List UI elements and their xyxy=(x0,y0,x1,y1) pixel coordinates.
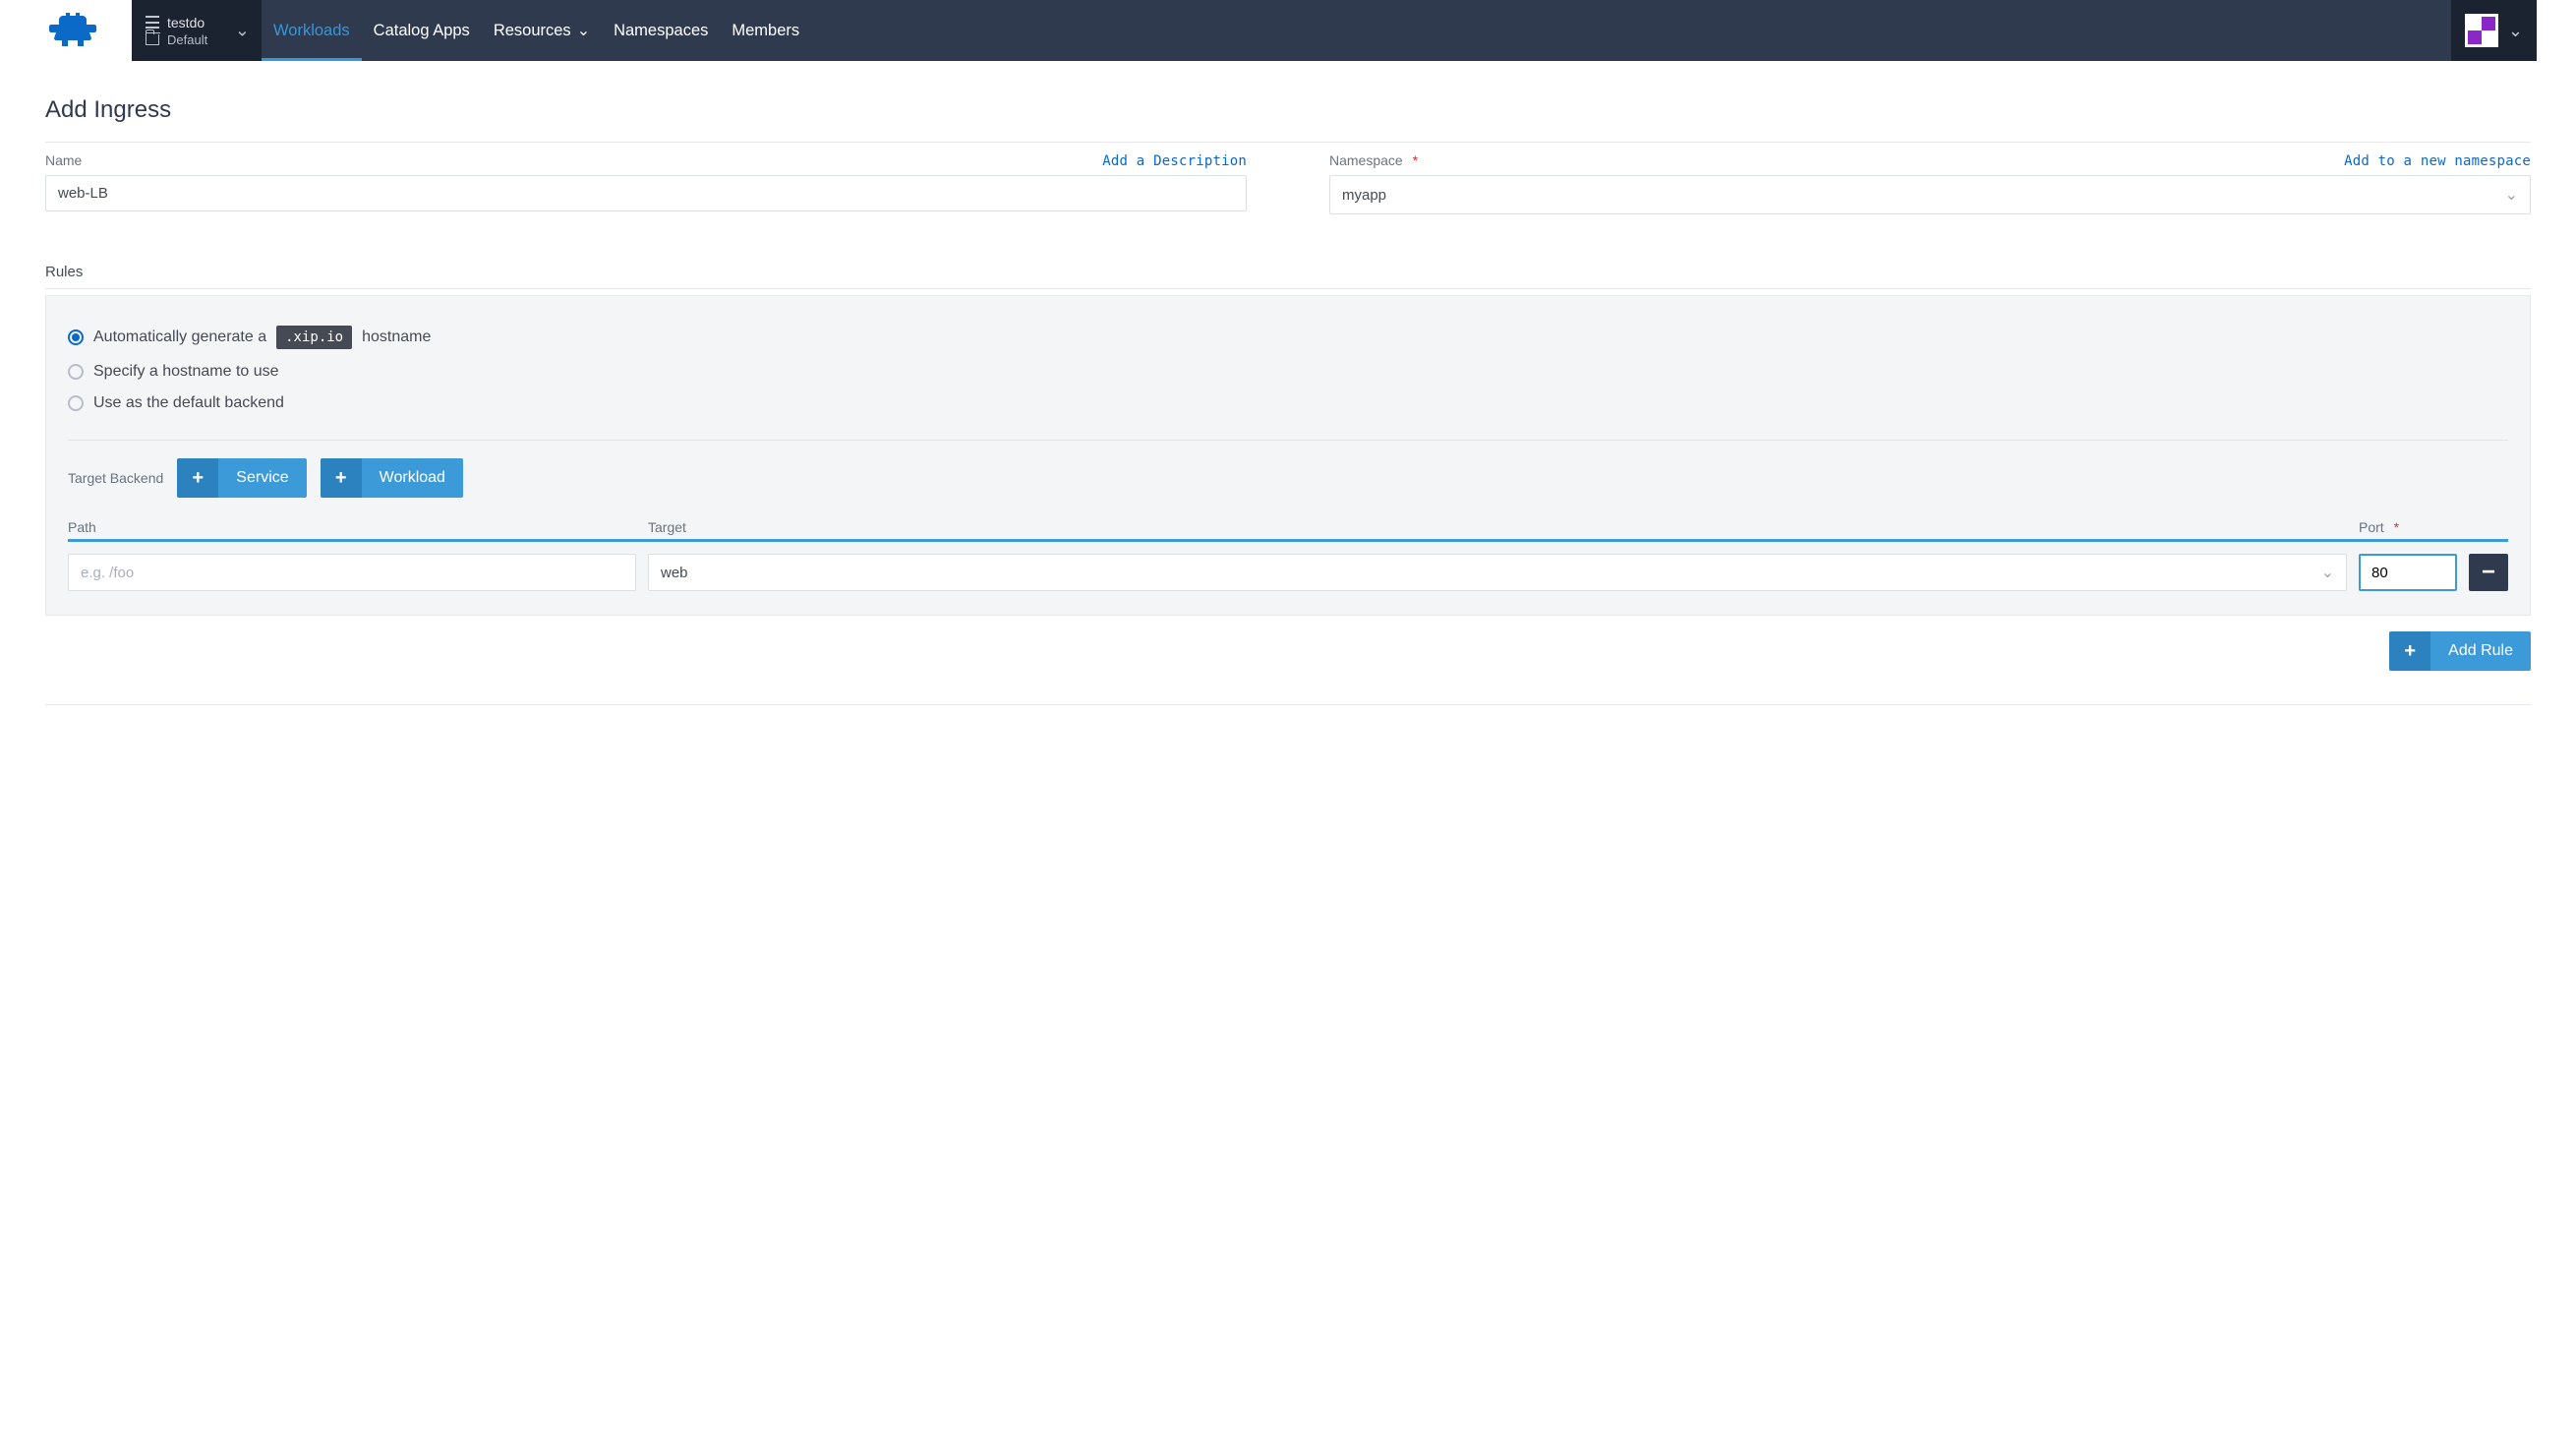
add-namespace-link[interactable]: Add to a new namespace xyxy=(2344,153,2531,169)
nav-item-label: Workloads xyxy=(273,22,350,40)
rules-section-label: Rules xyxy=(45,264,2531,280)
remove-row-button[interactable]: − xyxy=(2469,554,2508,591)
nav-item-label: Catalog Apps xyxy=(374,22,470,40)
namespace-value: myapp xyxy=(1342,187,1386,204)
cluster-project-selector[interactable]: testdo Default ⌄ xyxy=(132,0,262,61)
minus-icon: − xyxy=(2482,559,2495,586)
radio-icon xyxy=(68,395,84,411)
add-service-button[interactable]: + Service xyxy=(177,458,306,498)
avatar xyxy=(2465,14,2498,47)
chevron-down-icon: ⌄ xyxy=(2321,563,2334,582)
required-asterisk: * xyxy=(2394,519,2399,535)
namespace-label: Namespace xyxy=(1329,152,1403,168)
radio-icon xyxy=(68,329,84,345)
radio-auto-suffix: hostname xyxy=(362,329,431,346)
col-path-label: Path xyxy=(68,519,96,535)
namespace-select[interactable]: myapp ⌄ xyxy=(1329,175,2531,214)
col-port-label: Port xyxy=(2359,519,2384,535)
radio-specify-hostname[interactable]: Specify a hostname to use xyxy=(68,363,2508,381)
target-value: web xyxy=(661,565,688,581)
chevron-down-icon: ⌄ xyxy=(2505,185,2518,205)
user-menu[interactable]: ⌄ xyxy=(2451,0,2537,61)
nav-item-label: Members xyxy=(732,22,799,40)
radio-auto-prefix: Automatically generate a xyxy=(93,329,266,346)
add-workload-button[interactable]: + Workload xyxy=(321,458,463,498)
target-backend-label: Target Backend xyxy=(68,470,163,486)
page-title: Add Ingress xyxy=(45,96,2531,124)
cluster-icon xyxy=(146,16,159,29)
service-button-label: Service xyxy=(218,458,306,498)
rule-box: Automatically generate a .xip.io hostnam… xyxy=(45,295,2531,616)
project-icon xyxy=(146,34,159,45)
radio-specify-label: Specify a hostname to use xyxy=(93,363,279,381)
radio-icon xyxy=(68,364,84,380)
xip-code-badge: .xip.io xyxy=(276,326,352,349)
name-input[interactable] xyxy=(45,175,1247,211)
radio-auto-xip[interactable]: Automatically generate a .xip.io hostnam… xyxy=(68,326,2508,349)
required-asterisk: * xyxy=(1413,152,1418,168)
rancher-bull-icon xyxy=(45,11,102,50)
chevron-down-icon: ⌄ xyxy=(235,21,250,41)
add-description-link[interactable]: Add a Description xyxy=(1102,153,1247,169)
chevron-down-icon: ⌄ xyxy=(577,21,590,40)
port-input[interactable] xyxy=(2359,554,2457,591)
col-target-label: Target xyxy=(648,519,686,535)
chevron-down-icon: ⌄ xyxy=(2508,21,2523,41)
backend-row: web ⌄ − xyxy=(68,554,2508,591)
nav-item-catalog-apps[interactable]: Catalog Apps xyxy=(362,0,482,61)
radio-default-backend[interactable]: Use as the default backend xyxy=(68,394,2508,412)
plus-icon: + xyxy=(2389,631,2430,671)
workload-button-label: Workload xyxy=(362,458,463,498)
nav-item-members[interactable]: Members xyxy=(720,0,811,61)
nav-item-label: Resources xyxy=(494,22,571,40)
nav-item-label: Namespaces xyxy=(614,22,708,40)
nav-item-resources[interactable]: Resources ⌄ xyxy=(482,0,602,61)
nav-item-workloads[interactable]: Workloads xyxy=(262,0,362,61)
target-select[interactable]: web ⌄ xyxy=(648,554,2347,591)
cluster-name: testdo xyxy=(167,15,205,30)
path-input[interactable] xyxy=(68,554,636,591)
logo[interactable] xyxy=(45,0,132,61)
project-name: Default xyxy=(167,32,207,47)
name-label: Name xyxy=(45,152,82,168)
add-rule-button[interactable]: + Add Rule xyxy=(2389,631,2531,671)
plus-icon: + xyxy=(177,458,218,498)
radio-default-label: Use as the default backend xyxy=(93,394,284,412)
nav-item-namespaces[interactable]: Namespaces xyxy=(602,0,720,61)
add-rule-label: Add Rule xyxy=(2430,631,2531,671)
plus-icon: + xyxy=(321,458,362,498)
